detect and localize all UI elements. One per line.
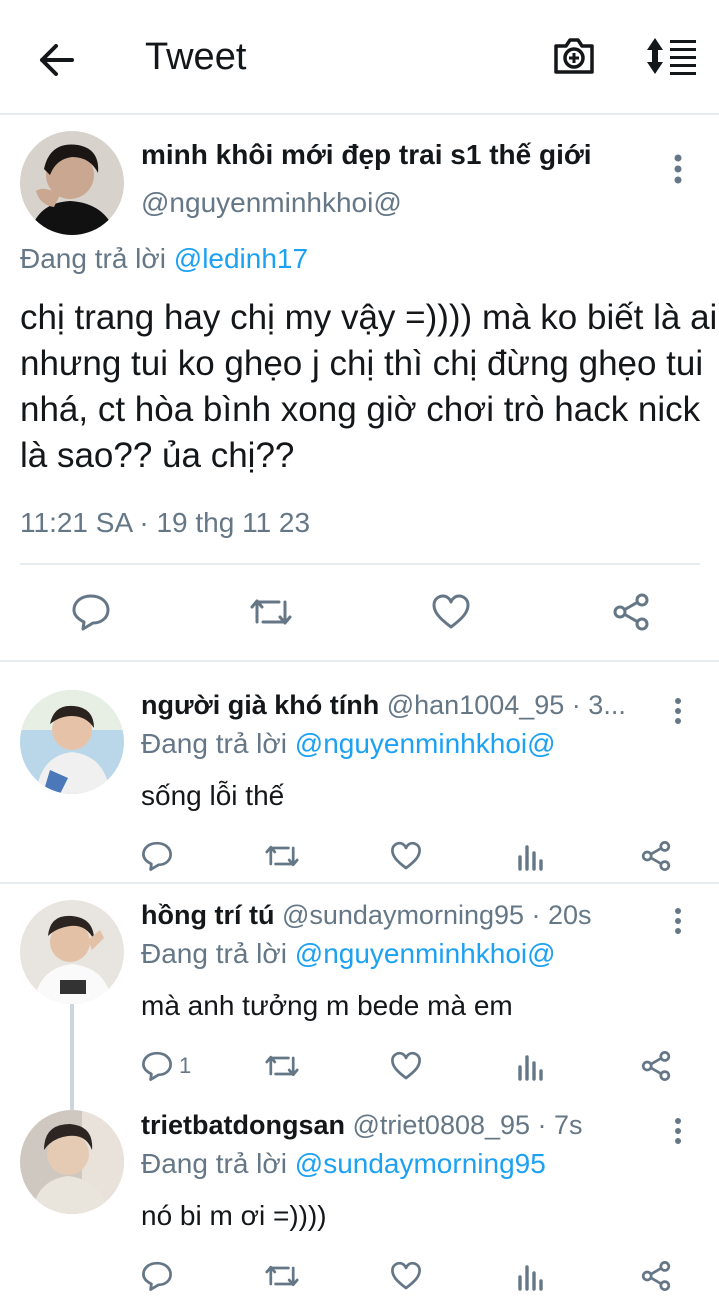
avatar[interactable] — [20, 1110, 124, 1214]
reply-handle-time: @han1004_95 · 3... — [379, 690, 626, 720]
reply-icon[interactable] — [141, 836, 179, 876]
replying-to: Đang trả lời @nguyenminhkhoi@ — [141, 728, 556, 760]
more-options-icon[interactable] — [666, 151, 690, 187]
more-options-icon[interactable] — [666, 696, 690, 726]
page-title: Tweet — [145, 36, 247, 78]
reply-text: sống lỗi thế — [141, 780, 285, 811]
reply-icon[interactable] — [141, 1256, 179, 1296]
more-options-icon[interactable] — [666, 1116, 690, 1146]
replying-to: Đang trả lời @sundaymorning95 — [141, 1148, 546, 1180]
reply-text: nó bi m ơi =)))) — [141, 1200, 327, 1231]
reply-tweet[interactable]: người già khó tính @han1004_95 · 3... Đa… — [0, 690, 719, 880]
replying-to-link[interactable]: @nguyenminhkhoi@ — [295, 938, 556, 969]
main-tweet: minh khôi mới đẹp trai s1 thế giới @nguy… — [0, 117, 719, 662]
like-heart-icon[interactable] — [390, 1046, 422, 1086]
analytics-icon[interactable] — [516, 1256, 546, 1296]
like-heart-icon[interactable] — [426, 587, 476, 637]
reply-actions: 1 — [0, 1046, 719, 1086]
reply-icon[interactable] — [66, 587, 116, 637]
reply-text: mà anh tưởng m bede mà em — [141, 990, 513, 1021]
back-arrow-icon[interactable] — [32, 38, 80, 82]
divider — [0, 882, 719, 884]
share-icon[interactable] — [640, 1046, 672, 1086]
sort-replies-icon[interactable] — [646, 36, 698, 80]
more-options-icon[interactable] — [666, 906, 690, 936]
reply-header: người già khó tính @han1004_95 · 3... — [141, 690, 661, 721]
reply-author-name[interactable]: người già khó tính — [141, 690, 379, 720]
tweet-text: chị trang hay chị my vậy =)))) mà ko biế… — [20, 298, 718, 475]
reply-icon[interactable]: 1 — [141, 1046, 191, 1086]
reply-actions — [0, 836, 719, 876]
share-icon[interactable] — [640, 836, 672, 876]
author-handle[interactable]: @nguyenminhkhoi@ — [141, 187, 402, 219]
replying-prefix: Đang trả lời — [20, 243, 166, 274]
avatar[interactable] — [20, 690, 124, 794]
analytics-icon[interactable] — [516, 836, 546, 876]
reply-tweet[interactable]: trietbatdongsan @triet0808_95 · 7s Đang … — [0, 1110, 719, 1298]
analytics-icon[interactable] — [516, 1046, 546, 1086]
replying-to-link[interactable]: @nguyenminhkhoi@ — [295, 728, 556, 759]
replying-to: Đang trả lời @nguyenminhkhoi@ — [141, 938, 556, 970]
camera-icon[interactable] — [552, 36, 600, 80]
retweet-icon[interactable] — [264, 1046, 300, 1086]
share-icon[interactable] — [640, 1256, 672, 1296]
like-heart-icon[interactable] — [390, 836, 422, 876]
reply-author-name[interactable]: trietbatdongsan — [141, 1110, 345, 1140]
top-app-bar: Tweet — [0, 0, 719, 115]
retweet-icon[interactable] — [264, 1256, 300, 1296]
replying-to: Đang trả lời @ledinh17 — [20, 243, 308, 275]
retweet-icon[interactable] — [264, 836, 300, 876]
replying-prefix: Đang trả lời — [141, 938, 287, 969]
like-heart-icon[interactable] — [390, 1256, 422, 1296]
tweet-actions — [0, 587, 719, 637]
replying-prefix: Đang trả lời — [141, 1148, 287, 1179]
avatar[interactable] — [20, 900, 124, 1004]
avatar[interactable] — [20, 131, 124, 235]
reply-handle-time: @triet0808_95 · 7s — [345, 1110, 583, 1140]
reply-header: trietbatdongsan @triet0808_95 · 7s — [141, 1110, 661, 1141]
share-icon[interactable] — [606, 587, 656, 637]
replying-to-link[interactable]: @ledinh17 — [174, 243, 308, 274]
reply-handle-time: @sundaymorning95 · 20s — [274, 900, 592, 930]
reply-tweet[interactable]: hồng trí tú @sundaymorning95 · 20s Đang … — [0, 900, 719, 1090]
reply-author-name[interactable]: hồng trí tú — [141, 900, 274, 930]
retweet-icon[interactable] — [246, 587, 296, 637]
tweet-timestamp: 11:21 SA · 19 thg 11 23 — [20, 507, 311, 538]
replying-prefix: Đang trả lời — [141, 728, 287, 759]
reply-count: 1 — [179, 1053, 192, 1078]
author-name[interactable]: minh khôi mới đẹp trai s1 thế giới — [141, 139, 592, 171]
reply-actions — [0, 1256, 719, 1296]
replying-to-link[interactable]: @sundaymorning95 — [295, 1148, 546, 1179]
divider — [20, 563, 700, 565]
reply-header: hồng trí tú @sundaymorning95 · 20s — [141, 900, 661, 931]
